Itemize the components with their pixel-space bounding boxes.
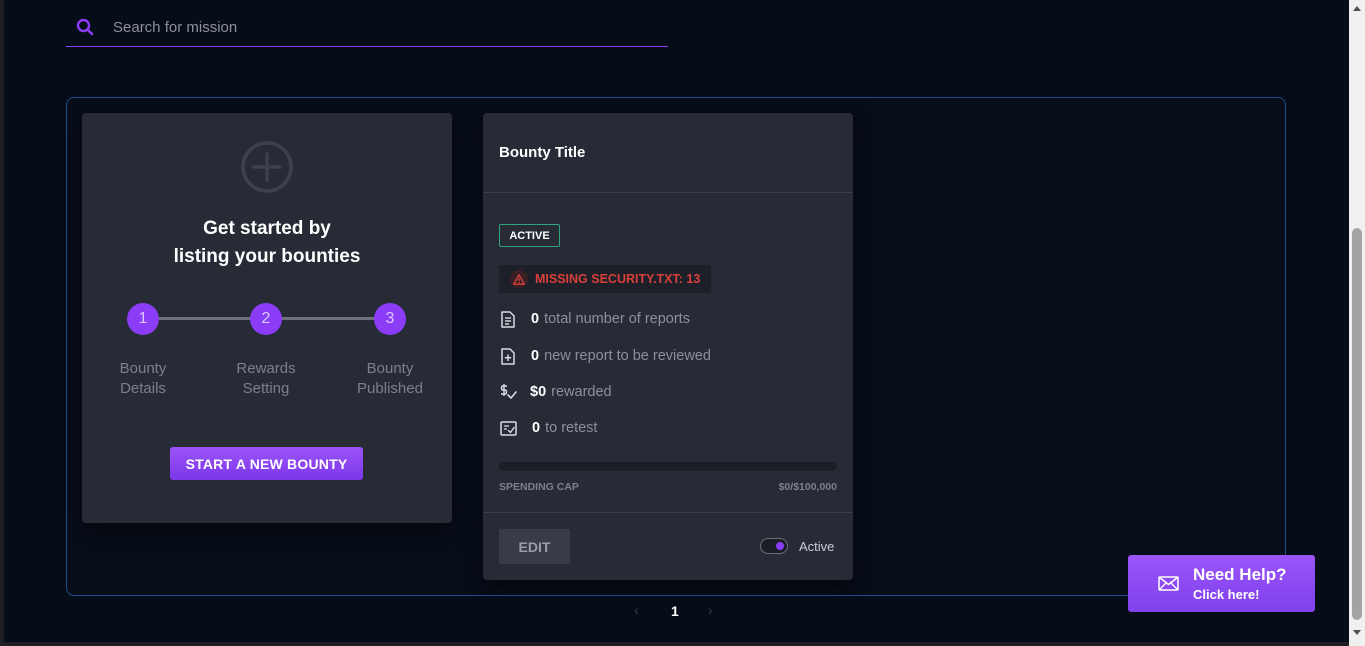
stat-new-reports-value: 0 [531, 348, 540, 364]
scroll-down-arrow-icon[interactable] [1349, 626, 1365, 640]
stat-retest-value: 0 [532, 420, 541, 436]
document-icon [499, 310, 517, 328]
get-started-title: Get started by listing your bounties [82, 215, 452, 271]
step-circle-1: 1 [127, 303, 159, 335]
security-warning-text: MISSING SECURITY.TXT: 13 [535, 272, 701, 286]
active-toggle-label: Active [799, 539, 835, 554]
retest-icon [499, 419, 517, 437]
add-document-icon [499, 347, 517, 365]
step-circle-3: 3 [374, 303, 406, 335]
spending-cap-value: $0/$100,000 [778, 481, 837, 493]
next-page-button[interactable]: › [708, 602, 713, 618]
bounty-card[interactable]: Bounty Title ACTIVE MISSING SECURITY.TXT… [483, 113, 853, 580]
card-header-divider [483, 192, 853, 193]
stat-rewarded-value: $0 [530, 384, 547, 400]
mail-icon [1158, 576, 1179, 591]
step-label-1: Bounty Details [98, 359, 188, 399]
stat-total-reports-label: total number of reports [544, 311, 690, 327]
search-bar[interactable] [66, 8, 668, 47]
need-help-subtitle: Click here! [1193, 586, 1260, 602]
step-label-3-line1: Bounty [366, 360, 414, 377]
need-help-text: Need Help? Click here! [1193, 564, 1287, 604]
step-label-1-line1: Bounty [119, 360, 167, 377]
step-label-3-line2: Published [357, 380, 423, 397]
page-scrollbar[interactable] [1349, 0, 1365, 646]
current-page-number[interactable]: 1 [671, 603, 679, 619]
step-label-2: Rewards Setting [221, 359, 311, 399]
step-label-3: Bounty Published [345, 359, 435, 399]
stat-new-reports: 0 new report to be reviewed [499, 347, 711, 365]
start-new-bounty-button[interactable]: START A NEW BOUNTY [170, 447, 363, 480]
get-started-title-line1: Get started by [203, 218, 331, 239]
stat-new-reports-label: new report to be reviewed [544, 348, 711, 364]
search-icon[interactable] [66, 18, 104, 36]
pagination: ‹ 1 › [630, 602, 722, 622]
need-help-button[interactable]: Need Help? Click here! [1128, 555, 1315, 612]
stat-retest-label: to retest [545, 420, 598, 436]
stat-rewarded: $0 rewarded [499, 383, 612, 401]
prev-page-button[interactable]: ‹ [634, 602, 639, 618]
step-label-2-line1: Rewards [236, 360, 296, 377]
add-circle-icon [240, 140, 294, 199]
spending-cap-label: SPENDING CAP [499, 481, 579, 493]
step-label-1-line2: Details [120, 380, 166, 397]
need-help-title: Need Help? [1193, 564, 1287, 584]
get-started-title-line2: listing your bounties [173, 246, 361, 267]
warning-icon [510, 270, 528, 288]
bounty-title[interactable]: Bounty Title [499, 144, 585, 161]
active-toggle[interactable] [760, 538, 788, 554]
step-circle-2: 2 [250, 303, 282, 335]
get-started-card: Get started by listing your bounties 1 2… [82, 113, 452, 523]
stat-rewarded-label: rewarded [551, 384, 612, 400]
stat-retest: 0 to retest [499, 419, 597, 437]
step-label-2-line2: Setting [242, 380, 290, 397]
scrollbar-thumb[interactable] [1352, 228, 1362, 620]
security-warning-badge: MISSING SECURITY.TXT: 13 [499, 265, 711, 293]
spending-cap-progress [499, 462, 837, 471]
dollar-check-icon [499, 383, 517, 401]
edit-button[interactable]: EDIT [499, 529, 570, 564]
search-input[interactable] [113, 18, 653, 36]
stat-total-reports-value: 0 [531, 311, 540, 327]
scroll-up-arrow-icon[interactable] [1349, 1, 1365, 15]
active-toggle-knob [776, 542, 784, 550]
status-badge: ACTIVE [499, 224, 560, 247]
card-footer-divider [483, 512, 853, 513]
stat-total-reports: 0 total number of reports [499, 310, 690, 328]
